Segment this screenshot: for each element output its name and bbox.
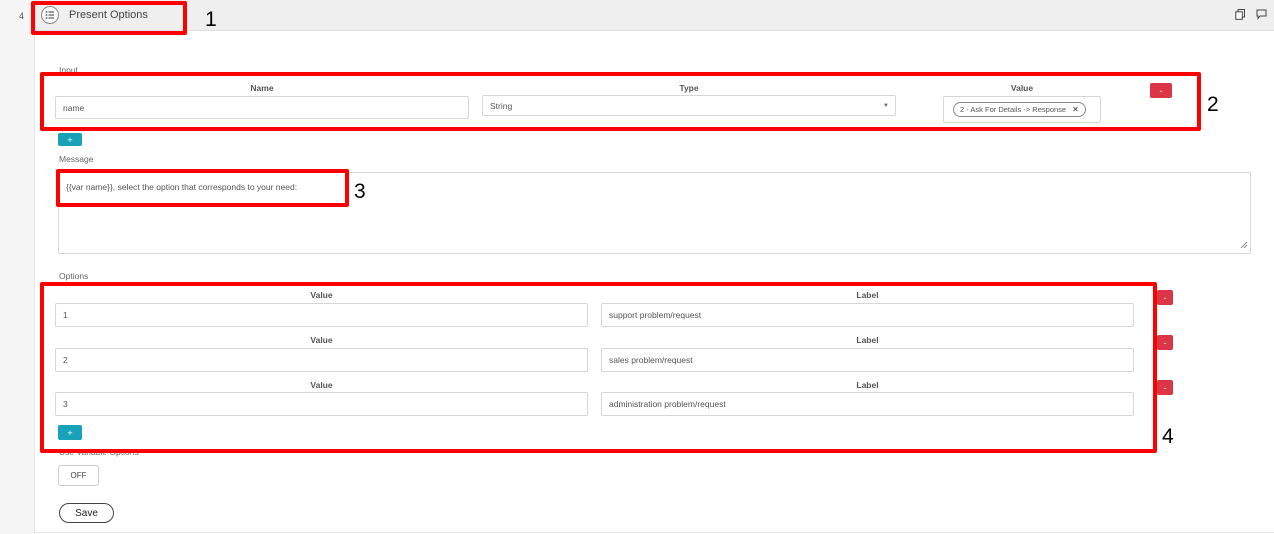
panel-bottom-border xyxy=(34,532,1274,533)
remove-input-button[interactable]: - xyxy=(1150,83,1172,98)
option-value-input[interactable]: 2 xyxy=(55,348,588,372)
option-label-header: Label xyxy=(856,380,879,390)
remove-option-button[interactable]: - xyxy=(1157,380,1173,395)
option-label-input[interactable]: administration problem/request xyxy=(601,392,1134,416)
annotation-number-1: 1 xyxy=(205,8,217,31)
resize-grip-icon[interactable] xyxy=(1240,241,1248,251)
option-label-input[interactable]: support problem/request xyxy=(601,303,1134,327)
remove-option-button[interactable]: - xyxy=(1157,290,1173,305)
input-section-label: Input xyxy=(59,65,78,75)
message-section-label: Message xyxy=(59,154,94,164)
input-value-field[interactable]: 2 - Ask For Details -> Response ✕ xyxy=(943,96,1101,123)
value-tag[interactable]: 2 - Ask For Details -> Response ✕ xyxy=(953,102,1086,117)
copy-icon[interactable] xyxy=(1235,9,1245,20)
annotation-number-4: 4 xyxy=(1162,425,1174,448)
add-option-button[interactable]: + xyxy=(58,425,82,440)
value-tag-label: 2 - Ask For Details -> Response xyxy=(960,105,1067,114)
step-title[interactable]: Present Options xyxy=(69,9,148,21)
panel-border xyxy=(34,30,35,534)
remove-option-button[interactable]: - xyxy=(1157,335,1173,350)
step-header[interactable] xyxy=(34,0,1274,31)
option-value-input[interactable]: 1 xyxy=(55,303,588,327)
options-section-label: Options xyxy=(59,271,89,281)
input-type-selected: String xyxy=(490,100,513,111)
option-value-header: Value xyxy=(310,380,333,390)
variable-options-label: Use Variable Options xyxy=(59,447,139,457)
option-value-header: Value xyxy=(310,290,333,300)
message-text: {{var name}}, select the option that cor… xyxy=(66,182,298,192)
add-input-button[interactable]: + xyxy=(58,133,82,146)
save-button[interactable]: Save xyxy=(59,503,114,523)
input-type-select[interactable]: String ▼ xyxy=(482,95,896,116)
input-value-header: Value xyxy=(1010,83,1034,93)
annotation-number-3: 3 xyxy=(354,180,366,203)
step-number: 4 xyxy=(19,11,25,21)
step-gutter xyxy=(0,0,34,534)
list-icon xyxy=(41,6,59,24)
option-label-input[interactable]: sales problem/request xyxy=(601,348,1134,372)
option-value-header: Value xyxy=(310,335,333,345)
variable-options-toggle[interactable]: OFF xyxy=(58,465,99,486)
message-textarea[interactable]: {{var name}}, select the option that cor… xyxy=(58,172,1251,254)
close-icon[interactable]: ✕ xyxy=(1072,105,1079,114)
comment-icon[interactable] xyxy=(1256,9,1267,20)
input-name-header: Name xyxy=(250,83,274,93)
input-type-header: Type xyxy=(679,83,699,93)
chevron-down-icon: ▼ xyxy=(883,102,889,109)
input-name-field[interactable]: name xyxy=(55,96,469,119)
annotation-number-2: 2 xyxy=(1207,93,1219,116)
option-label-header: Label xyxy=(856,290,879,300)
option-label-header: Label xyxy=(856,335,879,345)
option-value-input[interactable]: 3 xyxy=(55,392,588,416)
